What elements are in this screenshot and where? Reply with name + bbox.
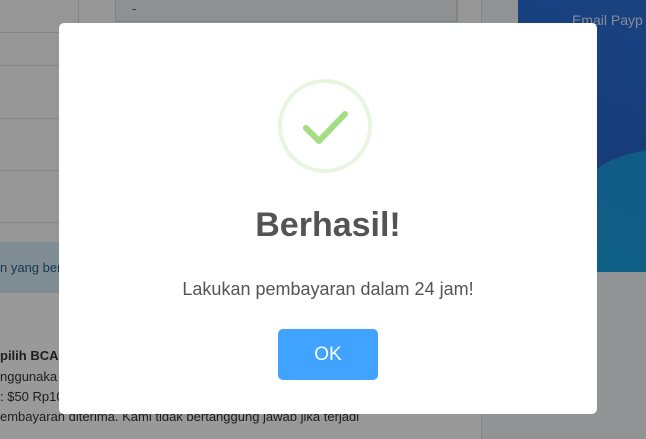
success-dialog: Berhasil! Lakukan pembayaran dalam 24 ja… [59, 23, 597, 414]
dialog-title: Berhasil! [255, 206, 401, 244]
ok-button[interactable]: OK [278, 329, 378, 380]
dialog-message: Lakukan pembayaran dalam 24 jam! [182, 279, 474, 299]
success-check-icon [278, 79, 372, 173]
